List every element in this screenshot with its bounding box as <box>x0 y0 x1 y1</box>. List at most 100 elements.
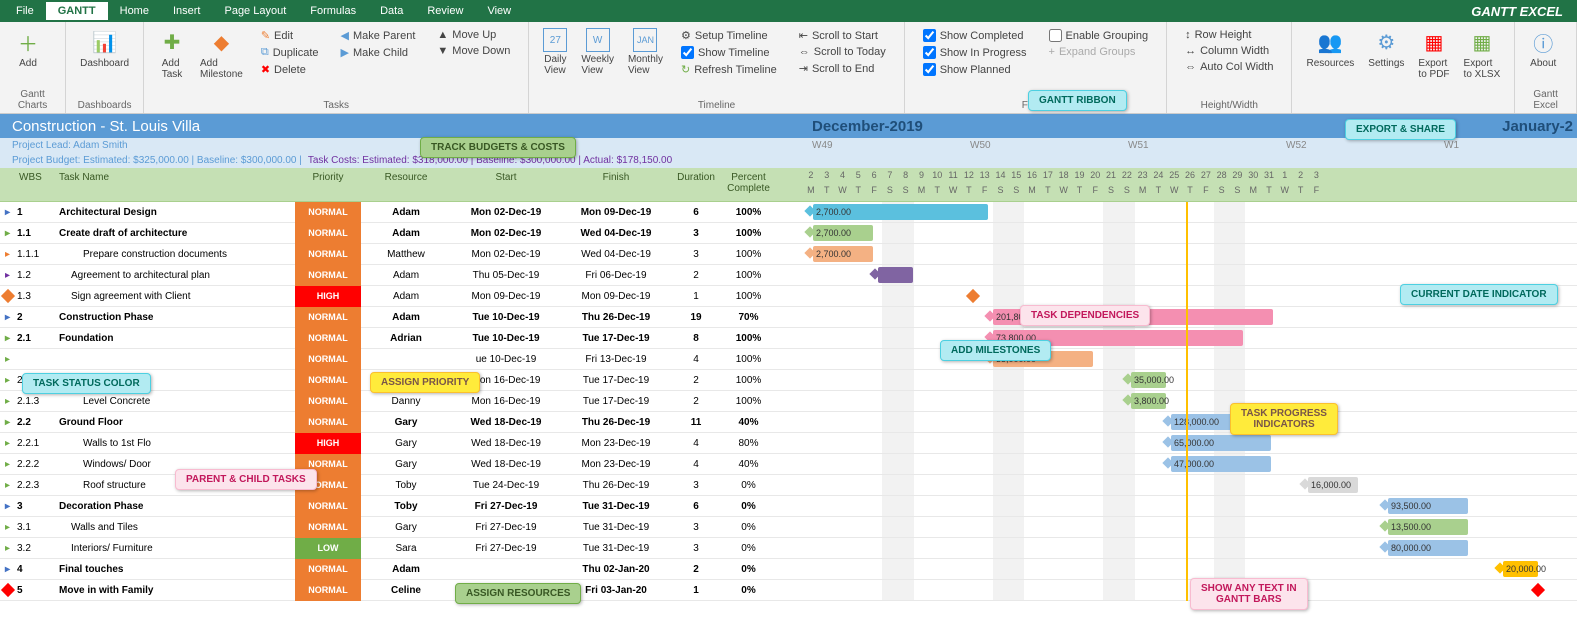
add-gantt-button[interactable]: ＋Add <box>8 26 48 71</box>
show-completed-check[interactable]: Show Completed <box>919 28 1031 43</box>
task-row[interactable]: ▸ NORMAL ue 10-Dec-19 Fri 13-Dec-19 4 10… <box>0 349 1577 370</box>
month-label-1: December-2019 <box>812 118 923 135</box>
up-icon: ▲ <box>437 29 448 41</box>
daily-view-button[interactable]: 27Daily View <box>537 26 573 79</box>
col-start[interactable]: Start <box>451 168 561 201</box>
task-row[interactable]: ▸ 2.2.1 Walls to 1st Flo HIGH Gary Wed 1… <box>0 433 1577 454</box>
col-finish[interactable]: Finish <box>561 168 671 201</box>
col-wbs[interactable]: WBS <box>15 168 55 201</box>
edit-button[interactable]: ✎Edit <box>257 28 323 43</box>
settings-button[interactable]: ⚙Settings <box>1362 26 1410 82</box>
add-milestone-button[interactable]: ◆Add Milestone <box>194 26 249 82</box>
add-task-button[interactable]: ✚Add Task <box>152 26 192 82</box>
export-xlsx-button[interactable]: ▦Export to XLSX <box>1458 26 1507 82</box>
calendar-month-icon: JAN <box>633 28 657 52</box>
task-plus-icon: ✚ <box>158 28 186 56</box>
col-name[interactable]: Task Name <box>55 168 295 201</box>
menu-formulas[interactable]: Formulas <box>298 2 368 20</box>
calendar-day-icon: 27 <box>543 28 567 52</box>
callout-assign-resources: ASSIGN RESOURCES <box>455 583 581 604</box>
col-duration[interactable]: Duration <box>671 168 721 201</box>
group-about: Gantt Excel <box>1523 87 1568 111</box>
resources-button[interactable]: 👥Resources <box>1300 26 1360 82</box>
height-icon: ↕ <box>1185 29 1191 41</box>
gear-icon: ⚙ <box>681 29 691 42</box>
milestone-icon: ◆ <box>207 28 235 56</box>
monthly-view-button[interactable]: JANMonthly View <box>622 26 669 79</box>
callout-add-milestones: ADD MILESTONES <box>940 340 1051 361</box>
menu-data[interactable]: Data <box>368 2 415 20</box>
callout-progress: TASK PROGRESS INDICATORS <box>1230 403 1338 435</box>
export-pdf-button[interactable]: ▦Export to PDF <box>1412 26 1455 82</box>
auto-width-button[interactable]: ⇔Auto Col Width <box>1181 60 1277 74</box>
group-dashboards: Dashboards <box>74 98 135 111</box>
menu-page-layout[interactable]: Page Layout <box>212 2 298 20</box>
task-row[interactable]: ▸ 1 Architectural Design NORMAL Adam Mon… <box>0 202 1577 223</box>
weekly-view-button[interactable]: WWeekly View <box>575 26 620 79</box>
task-row[interactable]: 5 Move in with Family NORMAL Celine Fri … <box>0 580 1577 601</box>
task-row[interactable]: ▸ 1.1.1 Prepare construction documents N… <box>0 244 1577 265</box>
col-resource[interactable]: Resource <box>361 168 451 201</box>
show-progress-check[interactable]: Show In Progress <box>919 45 1031 60</box>
callout-task-deps: TASK DEPENDENCIES <box>1020 305 1150 326</box>
col-width-button[interactable]: ↔Column Width <box>1181 44 1277 58</box>
callout-track-budgets: TRACK BUDGETS & COSTS <box>420 137 576 158</box>
about-button[interactable]: ⓘAbout <box>1523 26 1563 71</box>
enable-grouping-check[interactable]: Enable Grouping <box>1045 28 1153 43</box>
task-row[interactable]: ▸ 4 Final touches NORMAL Adam Thu 02-Jan… <box>0 559 1577 580</box>
show-planned-check[interactable]: Show Planned <box>919 62 1031 77</box>
week-52: W52 <box>1286 140 1307 151</box>
task-row[interactable]: ▸ 2.1.3 Level Concrete NORMAL Danny Mon … <box>0 391 1577 412</box>
menu-bar: File GANTT Home Insert Page Layout Formu… <box>0 0 1577 22</box>
callout-task-status: TASK STATUS COLOR <box>22 373 151 394</box>
task-row[interactable]: ▸ 2.1.2 Pour Concrete NORMAL Danny Mon 1… <box>0 370 1577 391</box>
calendar-week-icon: W <box>586 28 610 52</box>
project-lead-line: Project Lead: Adam Smith W49 W50 W51 W52… <box>0 138 1577 153</box>
chart-icon: 📊 <box>91 28 119 56</box>
month-label-2: January-2 <box>1502 118 1573 135</box>
duplicate-button[interactable]: ⧉Duplicate <box>257 45 323 60</box>
move-up-button[interactable]: ▲Move Up <box>433 28 514 42</box>
make-child-button[interactable]: ▶Make Child <box>337 45 420 60</box>
make-parent-button[interactable]: ◀Make Parent <box>337 28 420 43</box>
week-50: W50 <box>970 140 991 151</box>
expand-groups-button[interactable]: +Expand Groups <box>1045 45 1153 59</box>
row-height-button[interactable]: ↕Row Height <box>1181 28 1277 42</box>
settings-icon: ⚙ <box>1372 28 1400 56</box>
scroll-today-button[interactable]: ⇔Scroll to Today <box>795 45 890 59</box>
show-timeline-button[interactable]: Show Timeline <box>677 45 781 60</box>
task-row[interactable]: ▸ 2.2 Ground Floor NORMAL Gary Wed 18-De… <box>0 412 1577 433</box>
task-row[interactable]: ▸ 1.1 Create draft of architecture NORMA… <box>0 223 1577 244</box>
down-icon: ▼ <box>437 45 448 57</box>
move-down-button[interactable]: ▼Move Down <box>433 44 514 58</box>
menu-view[interactable]: View <box>475 2 523 20</box>
delete-button[interactable]: ✖Delete <box>257 62 323 77</box>
project-title-bar: Construction - St. Louis Villa December-… <box>0 114 1577 138</box>
week-51: W51 <box>1128 140 1149 151</box>
scroll-end-button[interactable]: ⇥Scroll to End <box>795 61 890 76</box>
col-priority[interactable]: Priority <box>295 168 361 201</box>
ribbon: ＋AddGantt Charts 📊DashboardDashboards ✚A… <box>0 22 1577 114</box>
dashboard-button[interactable]: 📊Dashboard <box>74 26 135 71</box>
task-row[interactable]: ▸ 1.2 Agreement to architectural plan NO… <box>0 265 1577 286</box>
show-timeline-check[interactable] <box>681 46 694 59</box>
menu-insert[interactable]: Insert <box>161 2 213 20</box>
menu-review[interactable]: Review <box>415 2 475 20</box>
scroll-start-button[interactable]: ⇤Scroll to Start <box>795 28 890 43</box>
task-row[interactable]: ▸ 3.2 Interiors/ Furniture LOW Sara Fri … <box>0 538 1577 559</box>
menu-file[interactable]: File <box>4 2 46 20</box>
callout-export: EXPORT & SHARE <box>1345 119 1456 140</box>
task-row[interactable]: ▸ 3.1 Walls and Tiles NORMAL Gary Fri 27… <box>0 517 1577 538</box>
menu-home[interactable]: Home <box>108 2 161 20</box>
width-icon: ↔ <box>1185 45 1196 57</box>
callout-gantt-ribbon: GANTT RIBBON <box>1028 90 1127 111</box>
task-row[interactable]: 1.3 Sign agreement with Client HIGH Adam… <box>0 286 1577 307</box>
task-row[interactable]: ▸ 2.1 Foundation NORMAL Adrian Tue 10-De… <box>0 328 1577 349</box>
col-pct[interactable]: Percent Complete <box>721 168 776 201</box>
menu-gantt[interactable]: GANTT <box>46 2 108 20</box>
refresh-timeline-button[interactable]: ↻Refresh Timeline <box>677 62 781 77</box>
setup-timeline-button[interactable]: ⚙Setup Timeline <box>677 28 781 43</box>
info-icon: ⓘ <box>1529 28 1557 56</box>
task-row[interactable]: ▸ 2 Construction Phase NORMAL Adam Tue 1… <box>0 307 1577 328</box>
task-row[interactable]: ▸ 3 Decoration Phase NORMAL Toby Fri 27-… <box>0 496 1577 517</box>
